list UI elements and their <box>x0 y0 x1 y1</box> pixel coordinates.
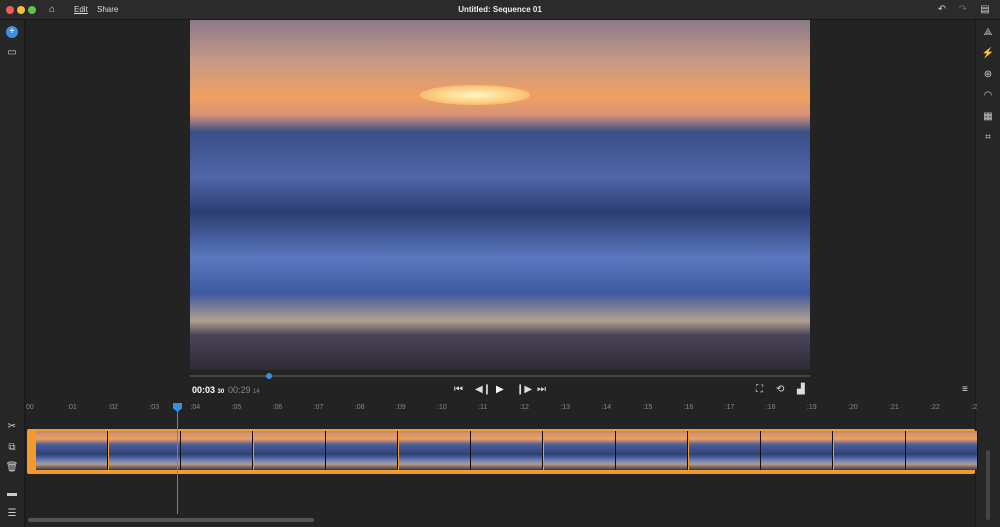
clip-thumbnail <box>688 431 761 470</box>
titles-icon[interactable]: ⟁ <box>981 26 995 40</box>
ruler-label: :09 <box>395 404 406 411</box>
clip-thumbnail <box>108 431 181 470</box>
sun-highlight <box>420 85 530 105</box>
clip-thumbnail <box>906 431 978 470</box>
clip-thumbnail <box>253 431 326 470</box>
speed-icon[interactable]: ◠ <box>981 89 995 103</box>
duration-frame: 14 <box>253 389 260 395</box>
ruler-label: :15 <box>642 404 653 411</box>
left-toolbar: + ▭ ✂ ⧉ 🗑 ▬ ☰ <box>0 20 25 527</box>
delete-icon[interactable]: 🗑 <box>5 461 19 475</box>
duplicate-icon[interactable]: ⧉ <box>5 441 19 455</box>
playhead-line[interactable] <box>177 404 178 514</box>
clip-thumbnail <box>36 431 108 470</box>
audio-icon[interactable]: ▦ <box>981 110 995 124</box>
timeline-ruler[interactable]: 00 :01 :02 :03 :04 :05 :06 :07 :08 :09 :10 :11 :12 :1… <box>26 402 978 418</box>
ruler-label: :07 <box>313 404 324 411</box>
ruler-label: :13 <box>560 404 571 411</box>
step-forward-button[interactable]: ❙▶ <box>516 384 532 395</box>
ruler-label: 00 <box>26 404 34 411</box>
undo-icon[interactable]: ↶ <box>935 3 949 17</box>
clip-thumbnail <box>833 431 906 470</box>
ruler-label: :10 <box>437 404 447 411</box>
window-title: Untitled: Sequence 01 <box>458 5 542 14</box>
menu-icon[interactable]: ≡ <box>962 384 968 395</box>
ruler-label: :05 <box>231 404 242 411</box>
clip-thumbnail <box>616 431 688 470</box>
ruler-label: :14 <box>601 404 612 411</box>
ruler-label: :2 <box>971 404 978 411</box>
duration: 00:29 14 <box>228 385 260 395</box>
color-icon[interactable]: ⊛ <box>981 68 995 82</box>
ruler-label: :11 <box>478 404 488 411</box>
crop-icon[interactable]: ⌗ <box>981 131 995 145</box>
title-bar: ⌂ Edit Share Untitled: Sequence 01 ↶ ↷ ▤ <box>0 0 1000 20</box>
scrubber-handle[interactable] <box>266 373 272 379</box>
clip-thumbnail <box>471 431 543 470</box>
current-time-value: 00:03 <box>192 385 216 395</box>
redo-icon[interactable]: ↷ <box>956 3 970 17</box>
ruler-label: :02 <box>108 404 118 411</box>
ruler-label: :04 <box>190 404 201 411</box>
ruler-label: :19 <box>806 404 817 411</box>
clip-thumbnail <box>181 431 253 470</box>
step-back-button[interactable]: ◀❙ <box>475 384 491 395</box>
project-icon[interactable]: ▭ <box>5 46 19 60</box>
clip-thumbnail <box>398 431 471 470</box>
current-frame: 30 <box>217 389 225 395</box>
vertical-scrollbar[interactable] <box>986 450 990 520</box>
ruler-label: :20 <box>848 404 858 411</box>
split-icon[interactable]: ✂ <box>5 420 19 434</box>
clip-thumbnail <box>326 431 398 470</box>
ruler-label: :03 <box>149 404 160 411</box>
go-to-end-button[interactable]: ⏭ <box>537 384 546 395</box>
ruler-label: :06 <box>272 404 283 411</box>
scrubber-track[interactable] <box>190 375 810 377</box>
play-button[interactable]: ▶ <box>496 384 504 395</box>
video-clip[interactable] <box>27 429 978 474</box>
current-time: 00:03 30 <box>192 385 224 395</box>
quality-icon[interactable]: ▟ <box>797 384 805 395</box>
go-to-start-button[interactable]: ⏮ <box>454 384 463 395</box>
transitions-icon[interactable]: ⚡ <box>981 47 995 61</box>
track-icon[interactable]: ▬ <box>5 487 19 501</box>
fit-icon[interactable]: ⛶ <box>756 384 763 395</box>
ruler-label: :16 <box>683 404 694 411</box>
video-preview[interactable] <box>190 20 810 370</box>
ruler-label: :22 <box>930 404 940 411</box>
ruler-label: :12 <box>519 404 529 411</box>
ruler-label: :18 <box>765 404 776 411</box>
chat-icon[interactable]: ▤ <box>978 3 992 17</box>
duration-value: 00:29 <box>228 385 251 395</box>
add-media-icon[interactable]: + <box>6 26 18 38</box>
ruler-label: :01 <box>67 404 77 411</box>
clip-thumbnail <box>761 431 833 470</box>
clip-thumbnail <box>543 431 616 470</box>
ruler-label: :08 <box>354 404 365 411</box>
horizontal-scrollbar[interactable] <box>28 518 314 522</box>
ruler-label: :17 <box>724 404 735 411</box>
list-icon[interactable]: ☰ <box>5 507 19 521</box>
ruler-label: :21 <box>889 404 899 411</box>
loop-icon[interactable]: ⟲ <box>776 384 784 395</box>
